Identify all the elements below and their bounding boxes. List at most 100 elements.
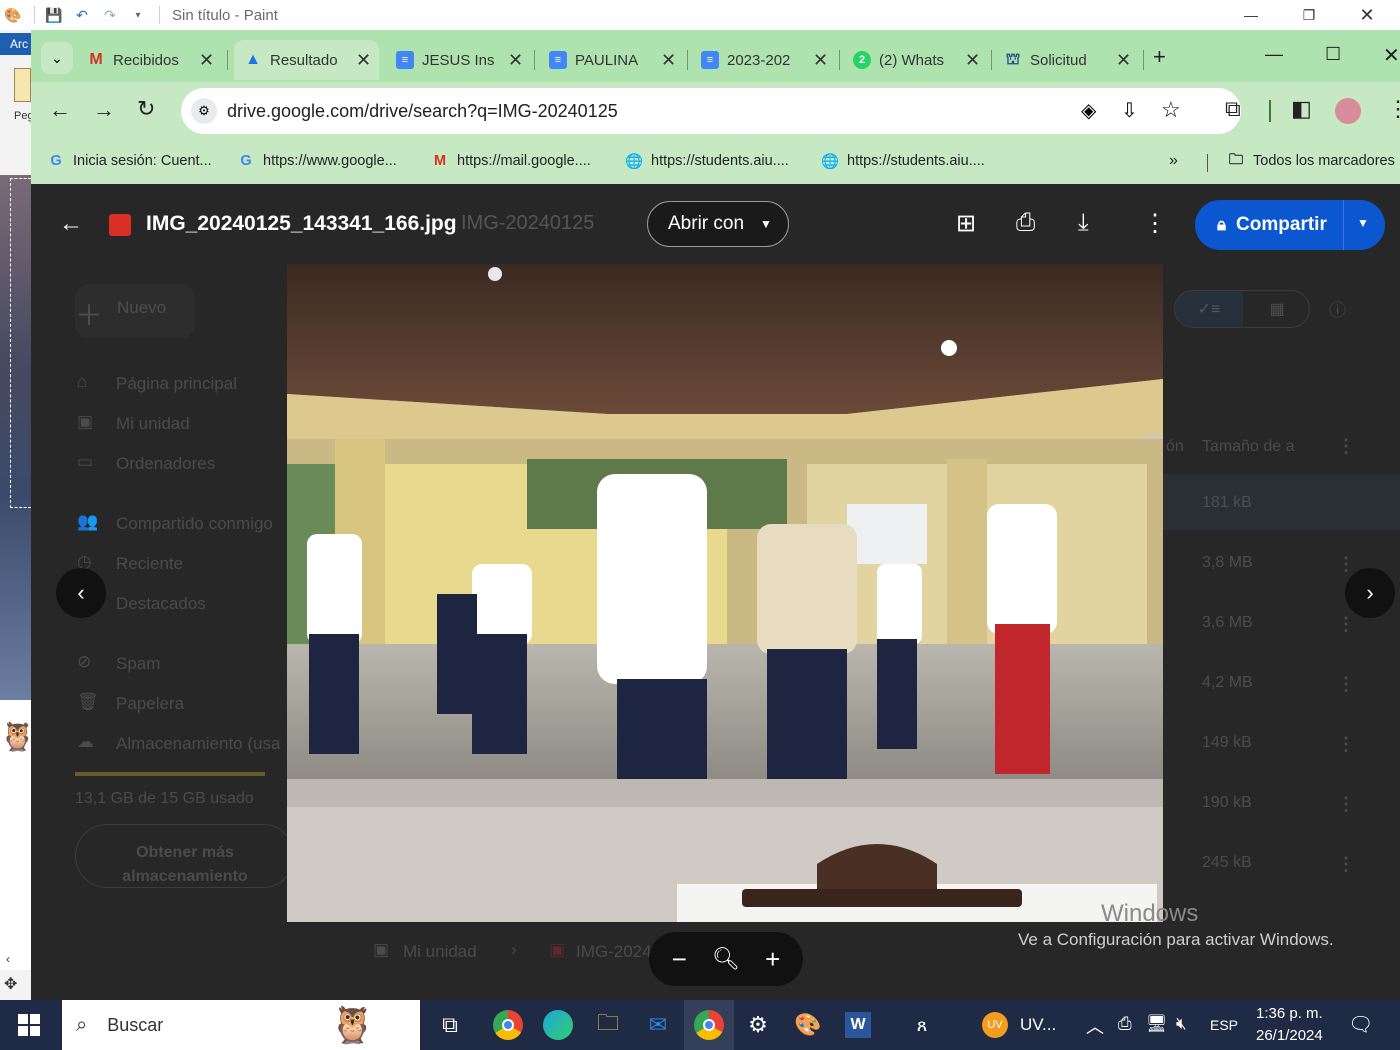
paint-icon[interactable]: 🎨 — [790, 1007, 826, 1043]
settings-icon[interactable]: ⚙ — [740, 1007, 776, 1043]
nav-recent[interactable]: Reciente — [116, 554, 183, 574]
bookmark-star-icon[interactable]: ☆ — [1161, 97, 1181, 123]
extensions-icon[interactable]: ⧉ — [1225, 96, 1241, 122]
view-toggle[interactable]: ✓≡ ▦ — [1174, 290, 1310, 328]
move-icon[interactable]: ✥ — [4, 974, 17, 994]
uv-app-label[interactable]: UV... — [1020, 1015, 1056, 1035]
windows-start-icon[interactable] — [18, 1014, 40, 1036]
bookmark-item[interactable]: G https://www.google... — [237, 152, 396, 170]
chrome-active-icon[interactable] — [684, 1000, 734, 1050]
file-explorer-icon[interactable]: 🗀 — [590, 1007, 626, 1043]
zoom-reset-icon[interactable]: 🔍︎ — [712, 946, 740, 972]
tab-drive-active[interactable]: ▲ Resultado ✕ — [234, 40, 379, 80]
share-menu-caret-icon[interactable]: ▼ — [1357, 216, 1369, 230]
row-menu-icon[interactable]: ⋮ — [1337, 794, 1355, 815]
get-storage-button[interactable]: Obtener más almacenamiento — [75, 824, 295, 888]
row-menu-icon[interactable]: ⋮ — [1337, 614, 1355, 635]
site-info-icon[interactable]: ⚙ — [191, 98, 217, 124]
scroll-left-icon[interactable]: ‹ — [6, 952, 10, 966]
clock-time[interactable]: 1:36 p. m. — [1256, 1005, 1323, 1022]
meet-now-icon[interactable]: ⎙ — [1118, 1014, 1132, 1034]
paint-file-tab[interactable]: Arc — [0, 33, 31, 55]
clock-date[interactable]: 26/1/2024 — [1256, 1027, 1323, 1044]
tab-solicitud[interactable]: ⛫ Solicitud ✕ — [1004, 40, 1134, 80]
breadcrumb-file[interactable]: IMG-2024 — [576, 942, 652, 962]
tab-doc-jesus[interactable]: ≡ JESUS Ins ✕ — [396, 40, 526, 80]
previous-image-button[interactable]: ‹ — [56, 568, 106, 618]
nav-computers[interactable]: Ordenadores — [116, 454, 215, 474]
all-bookmarks[interactable]: 🗀 Todos los marcadores — [1227, 152, 1395, 170]
undo-icon[interactable]: ↶ — [73, 6, 91, 24]
close-tab-icon[interactable]: ✕ — [813, 50, 828, 71]
network-icon[interactable]: 🖥︎ — [1146, 1014, 1168, 1034]
close-icon[interactable]: ✕ — [1344, 0, 1390, 30]
tab-whatsapp[interactable]: 2 (2) Whats ✕ — [853, 40, 983, 80]
add-comment-icon[interactable]: ⊞ — [956, 209, 976, 238]
row-menu-icon[interactable]: ⋮ — [1337, 674, 1355, 695]
close-tab-icon[interactable]: ✕ — [661, 50, 676, 71]
download-icon[interactable]: ⤓ — [1078, 209, 1089, 237]
customize-quick-access-icon[interactable]: ▾ — [129, 6, 147, 24]
task-view-icon[interactable]: ⧉ — [432, 1007, 468, 1043]
save-icon[interactable]: 💾 — [45, 6, 63, 24]
taskbar-search-input[interactable]: ⌕ Buscar 🦉 — [62, 1000, 420, 1050]
forward-icon[interactable]: → — [93, 97, 115, 123]
tab-doc-2023[interactable]: ≡ 2023-202 ✕ — [701, 40, 831, 80]
side-panel-icon[interactable]: ◧ — [1291, 96, 1312, 122]
grid-view-icon[interactable]: ▦ — [1243, 291, 1311, 327]
language-indicator[interactable]: ESP — [1210, 1017, 1238, 1033]
word-icon[interactable]: W — [840, 1007, 876, 1043]
close-icon[interactable]: ✕ — [1383, 43, 1400, 68]
more-actions-icon[interactable]: ⋮ — [1143, 209, 1167, 238]
redo-icon[interactable]: ↷ — [101, 6, 119, 24]
profile-avatar[interactable] — [1335, 98, 1361, 124]
minimize-icon[interactable]: — — [1228, 0, 1274, 30]
nav-home[interactable]: Página principal — [116, 374, 237, 394]
nav-trash[interactable]: Papelera — [116, 694, 184, 714]
nav-storage[interactable]: Almacenamiento (usa — [116, 734, 280, 754]
tab-search-icon[interactable]: ⌄ — [41, 42, 73, 74]
menu-kebab-icon[interactable]: ⋮ — [1387, 96, 1400, 122]
maximize-icon[interactable]: ☐ — [1325, 44, 1341, 65]
chrome-icon[interactable] — [490, 1007, 526, 1043]
next-image-button[interactable]: › — [1345, 568, 1395, 618]
address-bar[interactable]: ⚙ drive.google.com/drive/search?q=IMG-20… — [181, 88, 1241, 134]
bookmark-item[interactable]: 🌐 https://students.aiu.... — [821, 152, 985, 170]
row-menu-icon[interactable]: ⋮ — [1337, 854, 1355, 875]
lens-icon[interactable]: ◈ — [1081, 98, 1096, 123]
new-tab-icon[interactable]: + — [1153, 44, 1166, 70]
notifications-icon[interactable]: 🗨︎ — [1348, 1012, 1373, 1037]
back-arrow-icon[interactable]: ← — [59, 210, 83, 238]
back-icon[interactable]: ← — [49, 97, 71, 123]
install-app-icon[interactable]: ⇩ — [1121, 98, 1138, 123]
close-tab-icon[interactable]: ✕ — [356, 50, 371, 71]
nav-shared[interactable]: Compartido conmigo — [116, 514, 273, 534]
edge-icon[interactable] — [540, 1007, 576, 1043]
paste-icon[interactable] — [14, 68, 31, 102]
close-tab-icon[interactable]: ✕ — [508, 50, 523, 71]
volume-muted-icon[interactable]: 🔇︎ — [1176, 1014, 1187, 1034]
list-view-icon[interactable]: ✓≡ — [1175, 291, 1243, 327]
row-menu-icon[interactable]: ⋮ — [1337, 734, 1355, 755]
paint-app-icon[interactable]: 🎨 — [4, 6, 22, 24]
mail-icon[interactable]: ✉ — [640, 1007, 676, 1043]
reload-icon[interactable]: ↻ — [137, 96, 155, 122]
column-menu-icon[interactable]: ⋮ — [1337, 436, 1355, 457]
share-button[interactable]: 🔒︎ Compartir ▼ — [1195, 200, 1385, 250]
tab-doc-paulina[interactable]: ≡ PAULINA ✕ — [549, 40, 679, 80]
bookmark-item[interactable]: G Inicia sesión: Cuent... — [47, 152, 211, 170]
people-icon[interactable]: ጸ — [904, 1007, 940, 1043]
zoom-out-icon[interactable]: − — [672, 944, 687, 975]
close-tab-icon[interactable]: ✕ — [965, 50, 980, 71]
url-text[interactable]: drive.google.com/drive/search?q=IMG-2024… — [227, 101, 618, 122]
row-menu-icon[interactable]: ⋮ — [1337, 554, 1355, 575]
open-with-button[interactable]: Abrir con ▼ — [647, 201, 789, 247]
uv-app-icon[interactable]: UV — [982, 1012, 1008, 1038]
zoom-in-icon[interactable]: + — [765, 944, 780, 975]
minimize-icon[interactable]: — — [1265, 44, 1283, 65]
new-button[interactable]: ＋ Nuevo — [75, 284, 195, 338]
restore-icon[interactable]: ❐ — [1286, 0, 1332, 30]
breadcrumb-root[interactable]: Mi unidad — [403, 942, 477, 962]
tab-gmail[interactable]: M Recibidos ✕ — [87, 40, 217, 80]
print-icon[interactable]: ⎙ — [1016, 209, 1035, 237]
